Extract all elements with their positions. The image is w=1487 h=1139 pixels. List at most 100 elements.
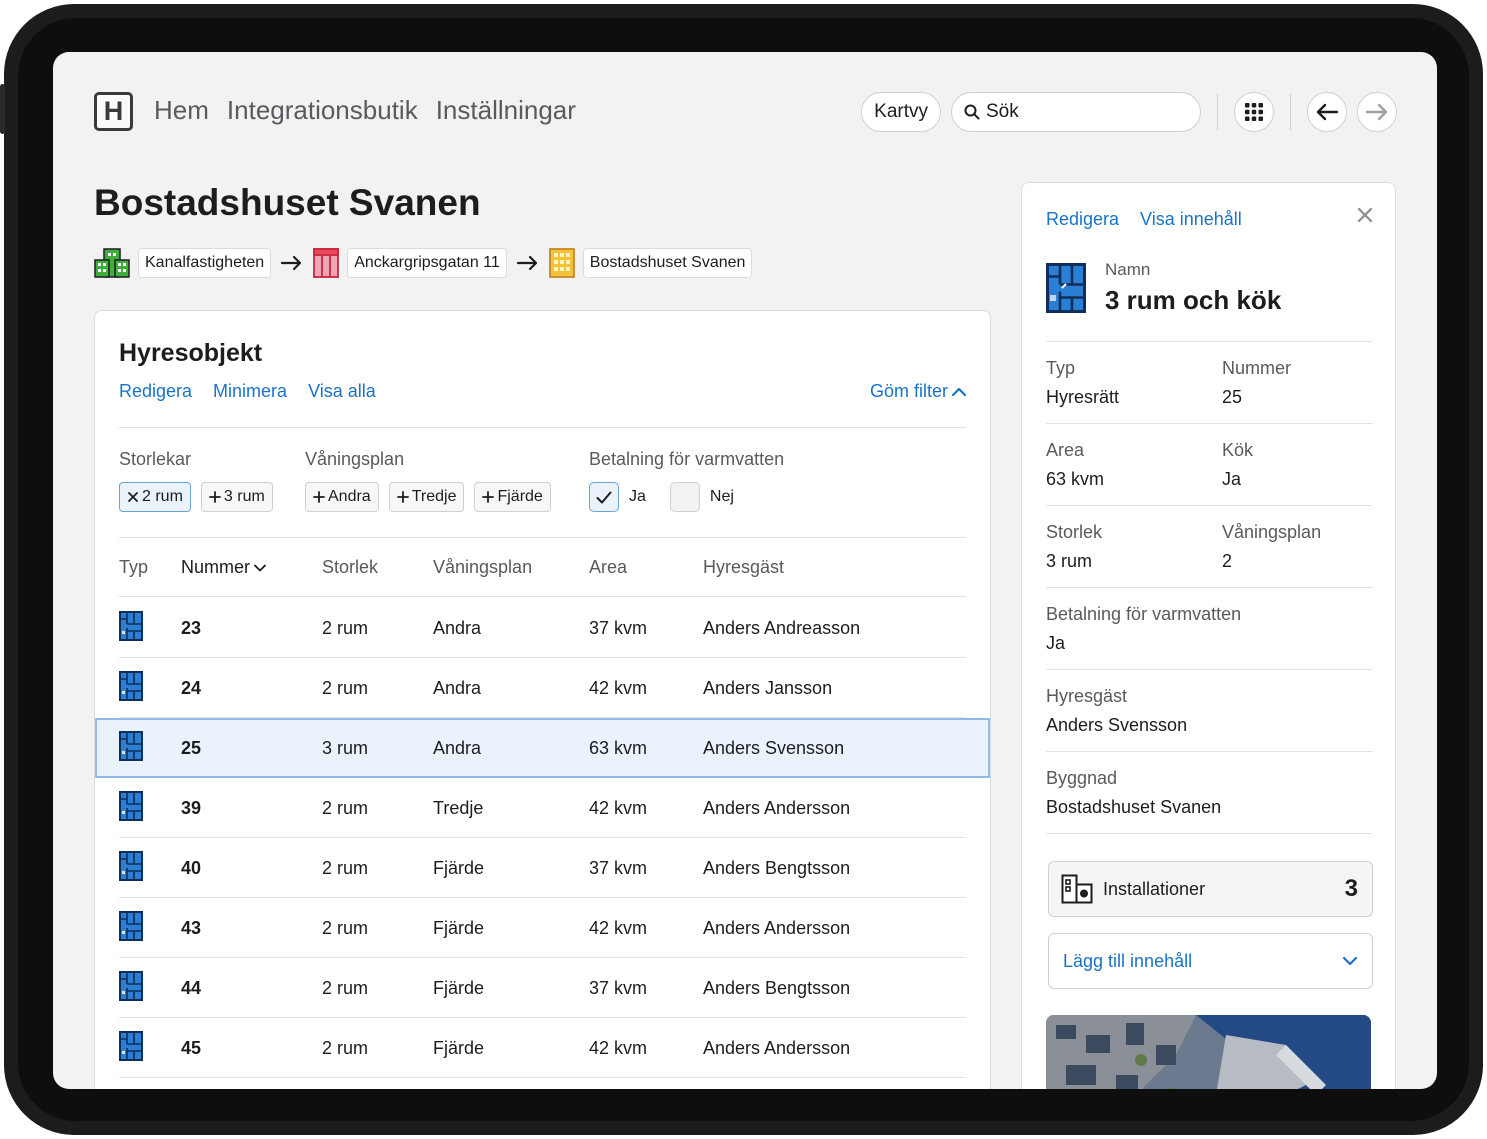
breadcrumb-item[interactable]: Anckargripsgatan 11 — [347, 248, 507, 278]
field-value: Hyresrätt — [1046, 387, 1120, 407]
map-view-button[interactable]: Kartvy — [861, 92, 941, 132]
edit-link[interactable]: Redigera — [1046, 209, 1119, 230]
card-actions: Redigera Minimera Visa alla — [119, 381, 376, 402]
apps-button[interactable] — [1234, 92, 1274, 132]
table-row[interactable]: 25 3 rum Andra 63 kvm Anders Svensson — [95, 718, 990, 778]
nav-item-integrationsbutik[interactable]: Integrationsbutik — [227, 95, 418, 126]
field-label: Typ — [1046, 358, 1076, 378]
toolbar-divider — [1217, 94, 1218, 130]
table-row[interactable]: 43 2 rum Fjärde 42 kvm Anders Andersson — [95, 898, 990, 958]
show-content-link[interactable]: Visa innehåll — [1140, 209, 1242, 230]
field-label: Area — [1046, 440, 1085, 460]
cell-size: 2 rum — [322, 797, 369, 818]
add-content-dropdown[interactable]: Lägg till innehåll — [1048, 933, 1373, 989]
filter-chip-tredje[interactable]: Tredje — [388, 482, 465, 512]
detail-panel: Redigera Visa innehåll Namn 3 rum och kö… — [1021, 182, 1396, 1089]
column-header-area[interactable]: Area — [589, 557, 703, 578]
back-button[interactable] — [1307, 92, 1347, 132]
divider — [1046, 505, 1373, 506]
cell-floor: Andra — [433, 737, 482, 758]
edit-link[interactable]: Redigera — [119, 381, 192, 402]
cell-floor: Tredje — [433, 797, 484, 818]
field-label: Våningsplan — [1222, 522, 1322, 542]
breadcrumb-item[interactable]: Bostadshuset Svanen — [582, 248, 753, 278]
minimize-link[interactable]: Minimera — [213, 381, 287, 402]
search-placeholder: Sök — [986, 101, 1019, 122]
installations-label: Installationer — [1103, 878, 1206, 899]
chip-label: Tredje — [411, 488, 457, 505]
table-row[interactable]: 44 2 rum Fjärde 37 kvm Anders Bengtsson — [95, 958, 990, 1018]
header-toolbar: Kartvy Sök — [861, 92, 1397, 132]
aerial-map-image[interactable] — [1046, 1015, 1371, 1089]
field-tenant: Hyresgäst Anders Svensson — [1046, 686, 1187, 736]
divider — [1046, 669, 1373, 670]
app-logo[interactable]: H — [94, 92, 133, 131]
field-floor: Våningsplan 2 — [1222, 522, 1321, 572]
cell-tenant: Anders Bengtsson — [703, 857, 851, 878]
column-header-hyresgast[interactable]: Hyresgäst — [703, 557, 966, 578]
field-value[interactable]: Bostadshuset Svanen — [1046, 797, 1221, 818]
cell-tenant: Anders Svensson — [703, 737, 845, 758]
show-all-link[interactable]: Visa alla — [308, 381, 376, 402]
cell-area: 37 kvm — [589, 617, 648, 638]
table-row[interactable]: 45 2 rum Fjärde 42 kvm Anders Andersson — [95, 1018, 990, 1078]
table-row[interactable]: 24 2 rum Andra 42 kvm Anders Jansson — [95, 658, 990, 718]
divider — [1046, 587, 1373, 588]
field-type: Typ Hyresrätt — [1046, 358, 1119, 408]
apartment-icon — [119, 730, 181, 766]
cell-number: 23 — [181, 617, 202, 638]
plus-icon — [482, 491, 495, 503]
search-icon — [964, 104, 980, 120]
field-value[interactable]: Anders Svensson — [1046, 715, 1187, 736]
checkbox-ja[interactable] — [589, 482, 619, 512]
field-label: Storlek — [1046, 522, 1103, 542]
checkbox-label: Nej — [709, 488, 734, 505]
field-label: Kök — [1222, 440, 1254, 460]
cell-size: 2 rum — [322, 917, 369, 938]
column-header-vaningsplan[interactable]: Våningsplan — [433, 557, 589, 578]
chip-label: 3 rum — [223, 488, 265, 505]
breadcrumb: Kanalfastigheten Anckargripsgatan 11 Bos… — [94, 248, 753, 278]
filter-floors: Våningsplan Andra Tredje Fjärde — [305, 449, 551, 512]
nav-item-installningar[interactable]: Inställningar — [436, 95, 576, 126]
filter-chip-andra[interactable]: Andra — [305, 482, 379, 512]
arrow-left-icon — [1316, 103, 1339, 121]
apartment-icon — [119, 610, 181, 646]
search-input[interactable]: Sök — [951, 92, 1201, 132]
cell-number: 43 — [181, 917, 202, 938]
field-value: 63 kvm — [1046, 469, 1105, 489]
filter-label: Betalning för varmvatten — [589, 449, 785, 469]
divider — [1046, 833, 1373, 834]
main-nav: Hem Integrationsbutik Inställningar — [154, 95, 576, 126]
divider — [119, 537, 966, 538]
column-header-nummer[interactable]: Nummer — [181, 557, 322, 578]
field-area: Area 63 kvm — [1046, 440, 1104, 490]
filter-chip-3-rum[interactable]: 3 rum — [200, 482, 273, 512]
divider — [119, 427, 966, 428]
filter-chip-2-rum[interactable]: 2 rum — [119, 482, 191, 512]
field-label: Nummer — [1222, 358, 1292, 378]
column-header-storlek[interactable]: Storlek — [322, 557, 433, 578]
forward-button[interactable] — [1357, 92, 1397, 132]
field-value: 25 — [1222, 387, 1243, 407]
checkbox-nej[interactable] — [669, 482, 700, 512]
installations-button[interactable]: Installationer 3 — [1048, 861, 1373, 917]
panel-actions: Redigera Visa innehåll — [1046, 209, 1242, 230]
filter-chip-fjarde[interactable]: Fjärde — [474, 482, 551, 512]
chevron-down-icon — [1342, 956, 1358, 966]
table-row[interactable]: 39 2 rum Tredje 42 kvm Anders Andersson — [95, 778, 990, 838]
nav-item-hem[interactable]: Hem — [154, 95, 209, 126]
cell-area: 37 kvm — [589, 977, 648, 998]
table-row[interactable]: 23 2 rum Andra 37 kvm Anders Andreasson — [95, 598, 990, 658]
breadcrumb-item[interactable]: Kanalfastigheten — [138, 248, 272, 278]
apartment-icon — [119, 850, 181, 886]
plus-icon — [313, 491, 325, 503]
filter-hot-water: Betalning för varmvatten Ja Nej — [589, 449, 784, 512]
hide-filter-button[interactable]: Göm filter — [870, 381, 966, 402]
close-button[interactable] — [1357, 207, 1373, 228]
table-row[interactable]: 40 2 rum Fjärde 37 kvm Anders Bengtsson — [95, 838, 990, 898]
field-value: Ja — [1222, 469, 1242, 489]
field-size: Storlek 3 rum — [1046, 522, 1102, 572]
cell-area: 42 kvm — [589, 1037, 648, 1058]
column-header-typ[interactable]: Typ — [119, 557, 181, 578]
